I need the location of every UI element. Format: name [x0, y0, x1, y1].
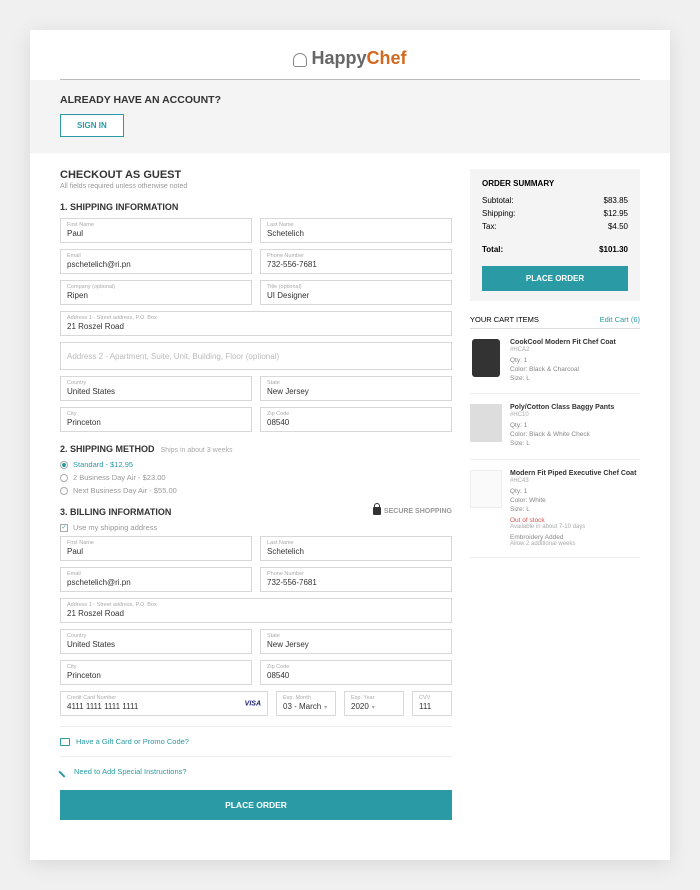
item-sku: #HC43	[510, 478, 640, 484]
phone-field[interactable]: Phone Number732-556-7681	[260, 249, 452, 274]
logo-text-1: Happy	[311, 48, 366, 68]
divider	[60, 726, 452, 727]
out-of-stock: Out of stock	[510, 517, 640, 524]
country-field[interactable]: CountryUnited States	[60, 376, 252, 401]
radio-icon	[60, 487, 68, 495]
place-order-button[interactable]: PLACE ORDER	[60, 790, 452, 820]
sign-in-button[interactable]: SIGN IN	[60, 114, 124, 137]
item-sku: #HC10	[510, 412, 640, 418]
billing-heading: 3. BILLING INFORMATION SECURE SHOPPING	[60, 507, 452, 517]
ship-2day-radio[interactable]: 2 Business Day Air - $23.00	[60, 473, 452, 482]
chevron-down-icon: ▾	[324, 705, 327, 711]
checkout-form: CHECKOUT AS GUEST All fields required un…	[60, 169, 452, 820]
item-color: Color: Black & White Check	[510, 430, 640, 439]
cart-title: YOUR CART ITEMS	[470, 315, 539, 324]
bill-email-field[interactable]: Emailpschetelich@ri.pn	[60, 567, 252, 592]
cvv-field[interactable]: CVV111	[412, 691, 452, 716]
logo-text-2: Chef	[367, 48, 407, 68]
address1-field[interactable]: Address 1 - Street address, P.O. Box21 R…	[60, 311, 452, 336]
card-icon	[60, 738, 70, 746]
chef-hat-icon	[293, 53, 307, 67]
checkout-page: HappyChef ALREADY HAVE AN ACCOUNT? SIGN …	[30, 30, 670, 860]
company-field[interactable]: Company (optional)Ripen	[60, 280, 252, 305]
logo: HappyChef	[30, 30, 670, 79]
item-size: Size: L	[510, 439, 640, 448]
item-sku: #HCA2	[510, 347, 640, 353]
use-shipping-checkbox[interactable]: ✓Use my shipping address	[60, 523, 452, 532]
promo-code-link[interactable]: Have a Gift Card or Promo Code?	[60, 737, 452, 746]
bill-state-field[interactable]: StateNew Jersey	[260, 629, 452, 654]
zip-field[interactable]: Zip Code08540	[260, 407, 452, 432]
total-label: Total:	[482, 245, 503, 254]
bill-zip-field[interactable]: Zip Code08540	[260, 660, 452, 685]
bill-last-name-field[interactable]: Last NameSchetelich	[260, 536, 452, 561]
bill-address1-field[interactable]: Address 1 - Street address, P.O. Box21 R…	[60, 598, 452, 623]
subtotal-value: $83.85	[604, 196, 628, 205]
place-order-button-side[interactable]: PLACE ORDER	[482, 266, 628, 291]
guest-sub: All fields required unless otherwise not…	[60, 183, 452, 190]
state-field[interactable]: StateNew Jersey	[260, 376, 452, 401]
product-thumb	[472, 339, 500, 377]
edit-cart-link[interactable]: Edit Cart (6)	[600, 315, 640, 324]
lock-icon	[373, 507, 381, 515]
job-title-field[interactable]: Title (optional)UI Designer	[260, 280, 452, 305]
visa-icon: VISA	[245, 700, 261, 707]
card-number-field[interactable]: Credit Card Number4111 1111 1111 1111VIS…	[60, 691, 268, 716]
item-qty: Qty: 1	[510, 356, 640, 365]
item-name: Modern Fit Piped Executive Chef Coat	[510, 470, 640, 477]
ship-standard-radio[interactable]: Standard - $12.95	[60, 460, 452, 469]
exp-month-field[interactable]: Exp. Month03 - March▾	[276, 691, 336, 716]
special-instructions-link[interactable]: Need to Add Special Instructions?	[60, 767, 452, 776]
chevron-down-icon: ▾	[372, 705, 375, 711]
method-heading: 2. SHIPPING METHODShips in about 3 weeks	[60, 444, 452, 454]
cart-item: Poly/Cotton Class Baggy Pants #HC10 Qty:…	[470, 394, 640, 459]
pencil-icon	[58, 766, 69, 777]
bill-first-name-field[interactable]: First NamePaul	[60, 536, 252, 561]
account-bar: ALREADY HAVE AN ACCOUNT? SIGN IN	[30, 80, 670, 153]
radio-icon	[60, 474, 68, 482]
subtotal-label: Subtotal:	[482, 196, 514, 205]
cart-header: YOUR CART ITEMS Edit Cart (6)	[470, 315, 640, 329]
bill-country-field[interactable]: CountryUnited States	[60, 629, 252, 654]
divider	[60, 756, 452, 757]
cart-item: CookCool Modern Fit Chef Coat #HCA2 Qty:…	[470, 329, 640, 394]
product-thumb	[470, 470, 502, 508]
radio-icon	[60, 461, 68, 469]
exp-year-field[interactable]: Exp. Year2020▾	[344, 691, 404, 716]
first-name-field[interactable]: First NamePaul	[60, 218, 252, 243]
ship-nextday-radio[interactable]: Next Business Day Air - $55.00	[60, 486, 452, 495]
bill-phone-field[interactable]: Phone Number732-556-7681	[260, 567, 452, 592]
item-size: Size: L	[510, 374, 640, 383]
availability: Available in about 7-10 days	[510, 524, 640, 530]
tax-value: $4.50	[608, 222, 628, 231]
bill-city-field[interactable]: CityPrinceton	[60, 660, 252, 685]
email-field[interactable]: Emailpschetelich@ri.pn	[60, 249, 252, 274]
address2-field[interactable]: Address 2 - Apartment, Suite, Unit, Buil…	[60, 342, 452, 370]
shipping-value: $12.95	[604, 209, 628, 218]
item-color: Color: Black & Charcoal	[510, 365, 640, 374]
order-sidebar: ORDER SUMMARY Subtotal: $83.85 Shipping: $…	[470, 169, 640, 820]
cart-item: Modern Fit Piped Executive Chef Coat #HC…	[470, 460, 640, 558]
tax-label: Tax:	[482, 222, 497, 231]
item-name: CookCool Modern Fit Chef Coat	[510, 339, 640, 346]
product-thumb	[470, 404, 502, 442]
total-value: $101.30	[599, 245, 628, 254]
item-name: Poly/Cotton Class Baggy Pants	[510, 404, 640, 411]
embroidery-note: Allow 2 additional weeks	[510, 541, 640, 547]
item-qty: Qty: 1	[510, 487, 640, 496]
guest-title: CHECKOUT AS GUEST	[60, 169, 452, 181]
item-color: Color: White	[510, 496, 640, 505]
secure-shopping-badge: SECURE SHOPPING	[373, 507, 452, 515]
shipping-heading: 1. SHIPPING INFORMATION	[60, 202, 452, 212]
checkbox-icon: ✓	[60, 524, 68, 532]
item-qty: Qty: 1	[510, 421, 640, 430]
city-field[interactable]: CityPrinceton	[60, 407, 252, 432]
account-title: ALREADY HAVE AN ACCOUNT?	[60, 94, 640, 106]
item-size: Size: L	[510, 505, 640, 514]
order-summary: ORDER SUMMARY Subtotal: $83.85 Shipping: $…	[470, 169, 640, 301]
summary-title: ORDER SUMMARY	[482, 179, 628, 188]
last-name-field[interactable]: Last NameSchetelich	[260, 218, 452, 243]
shipping-label: Shipping:	[482, 209, 515, 218]
embroidery-added: Embroidery Added	[510, 534, 640, 541]
